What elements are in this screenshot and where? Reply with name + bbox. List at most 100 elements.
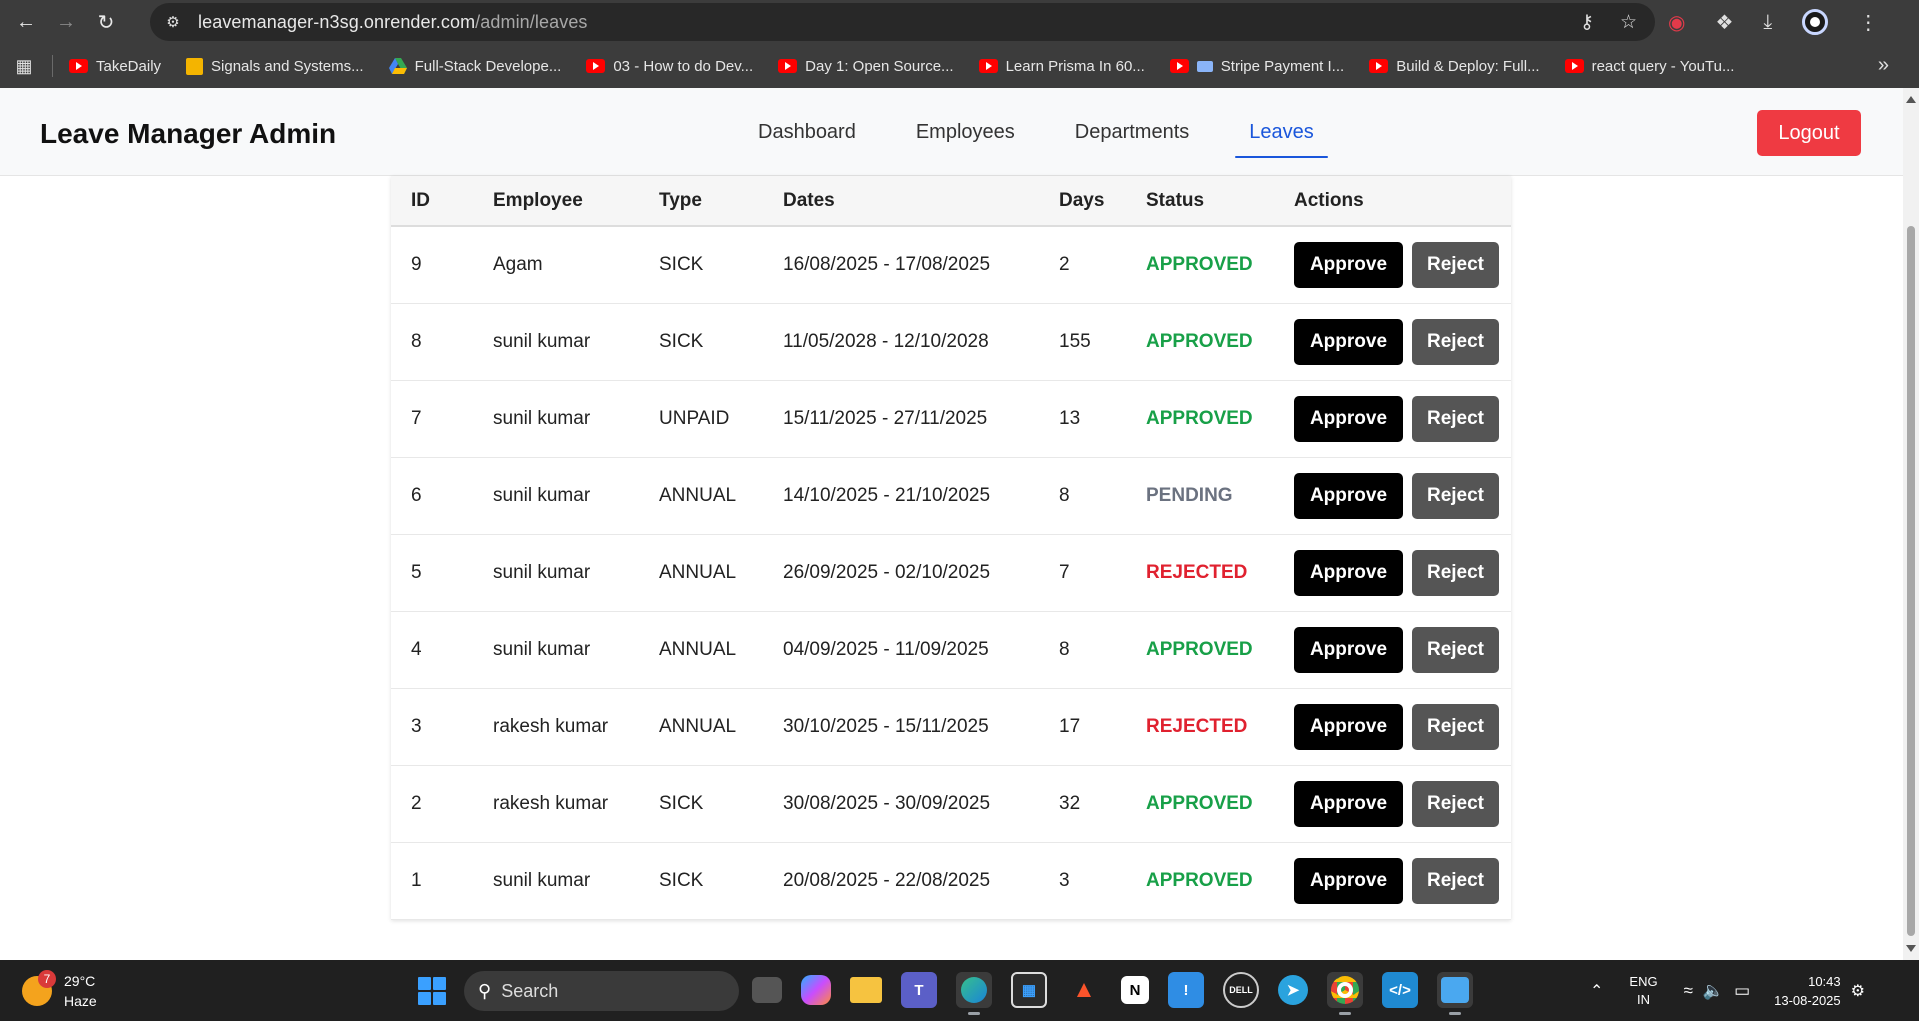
copilot-icon[interactable] (801, 975, 831, 1005)
cell-id: 8 (411, 330, 422, 352)
bookmark-label: Build & Deploy: Full... (1396, 57, 1540, 75)
forward-icon[interactable]: → (52, 8, 80, 36)
profile-avatar-icon[interactable] (1802, 9, 1829, 35)
status-badge: APPROVED (1146, 330, 1253, 352)
paint-icon[interactable] (1437, 972, 1473, 1015)
status-badge: REJECTED (1146, 561, 1248, 583)
bookmark-item[interactable]: Build & Deploy: Full... (1369, 57, 1540, 75)
reject-button[interactable]: Reject (1412, 395, 1499, 442)
nav-departments[interactable]: Departments (1061, 106, 1204, 158)
teams-icon[interactable]: T (901, 972, 937, 1008)
password-key-icon[interactable]: ⚷ (1580, 11, 1594, 34)
extensions-puzzle-icon[interactable]: ❖ (1715, 10, 1733, 35)
cell-type: SICK (659, 792, 704, 814)
back-icon[interactable]: ← (12, 8, 40, 36)
reject-button[interactable]: Reject (1412, 857, 1499, 904)
dell-icon[interactable]: DELL (1223, 972, 1259, 1008)
approve-button[interactable]: Approve (1294, 318, 1403, 365)
notification-bell-icon[interactable]: ⚙ (1851, 981, 1865, 1001)
cell-id: 6 (411, 484, 422, 506)
nav-dashboard[interactable]: Dashboard (744, 106, 870, 158)
phone-link-icon[interactable]: ! (1168, 972, 1204, 1008)
microsoft-store-icon[interactable]: ▦ (1011, 972, 1047, 1008)
chrome-icon[interactable] (1327, 972, 1363, 1015)
brave-icon[interactable]: ▲ (1066, 972, 1102, 1008)
weather-widget[interactable]: 7 29°C Haze (22, 970, 97, 1011)
approve-button[interactable]: Approve (1294, 780, 1403, 827)
vscode-icon[interactable]: </> (1382, 972, 1418, 1008)
bookmark-item[interactable]: react query - YouTu... (1564, 57, 1735, 75)
taskbar-search[interactable]: ⚲ Search (464, 971, 739, 1011)
cell-dates: 26/09/2025 - 02/10/2025 (783, 561, 991, 583)
bookmark-label: Stripe Payment I... (1220, 57, 1345, 75)
logout-button[interactable]: Logout (1757, 110, 1861, 156)
bookmark-label: react query - YouTu... (1591, 57, 1735, 75)
reject-button[interactable]: Reject (1412, 626, 1499, 673)
table-header-row: ID Employee Type Dates Days Status Actio… (391, 176, 1511, 226)
scroll-down-icon[interactable] (1906, 945, 1916, 952)
extension-record-icon[interactable]: ◉ (1668, 10, 1685, 35)
scroll-thumb[interactable] (1907, 226, 1915, 936)
bookmark-star-icon[interactable]: ☆ (1620, 11, 1637, 34)
scroll-up-icon[interactable] (1906, 96, 1916, 103)
approve-button[interactable]: Approve (1294, 472, 1403, 519)
bookmark-item[interactable]: Full-Stack Develope... (388, 58, 561, 75)
notion-icon[interactable]: N (1121, 976, 1149, 1004)
reject-button[interactable]: Reject (1412, 780, 1499, 827)
wifi-volume-battery-icon[interactable]: ≈🔈▭ (1684, 981, 1761, 1001)
approve-button[interactable]: Approve (1294, 241, 1403, 288)
windows-start-icon[interactable] (418, 977, 446, 1005)
task-view-icon[interactable] (752, 977, 782, 1003)
clock[interactable]: 10:43 13-08-2025 (1774, 972, 1841, 1010)
apps-grid-icon[interactable]: ▦ (12, 54, 36, 78)
file-explorer-icon[interactable] (850, 977, 882, 1003)
reject-button[interactable]: Reject (1412, 549, 1499, 596)
bookmarks-divider (52, 55, 53, 77)
reload-icon[interactable]: ↻ (92, 8, 120, 36)
language-indicator[interactable]: ENG IN (1629, 973, 1657, 1009)
menu-kebab-icon[interactable]: ⋮ (1858, 10, 1878, 35)
page-scrollbar[interactable] (1903, 88, 1919, 960)
site-info-icon[interactable]: ⚙ (162, 11, 184, 33)
reject-button[interactable]: Reject (1412, 318, 1499, 365)
cell-employee: sunil kumar (493, 330, 591, 352)
address-bar[interactable]: ⚙ leavemanager-n3sg.onrender.com/admin/l… (150, 3, 1655, 41)
approve-button[interactable]: Approve (1294, 395, 1403, 442)
approve-button[interactable]: Approve (1294, 857, 1403, 904)
cell-dates: 30/10/2025 - 15/11/2025 (783, 715, 989, 737)
card-icon (1196, 60, 1213, 72)
cell-actions: Approve Reject (1274, 303, 1511, 380)
more-bookmarks-icon[interactable]: » (1878, 54, 1889, 77)
cell-days: 155 (1059, 330, 1091, 352)
cell-id: 2 (411, 792, 422, 814)
tray-overflow-icon[interactable]: ⌃ (1590, 981, 1603, 1001)
nav-leaves[interactable]: Leaves (1235, 106, 1328, 158)
table-row: 4 sunil kumar ANNUAL 04/09/2025 - 11/09/202… (391, 611, 1511, 688)
cell-id: 9 (411, 253, 422, 275)
bookmark-item[interactable]: Learn Prisma In 60... (978, 58, 1145, 75)
bookmark-item[interactable]: Signals and Systems... (186, 57, 364, 75)
reject-button[interactable]: Reject (1412, 703, 1499, 750)
approve-button[interactable]: Approve (1294, 549, 1403, 596)
clock-date: 13-08-2025 (1774, 992, 1841, 1008)
cell-employee: sunil kumar (493, 638, 591, 660)
cell-dates: 14/10/2025 - 21/10/2025 (783, 484, 991, 506)
cell-dates: 16/08/2025 - 17/08/2025 (783, 253, 991, 275)
bookmark-item[interactable]: Day 1: Open Source... (778, 58, 954, 75)
bookmark-item[interactable]: 03 - How to do Dev... (586, 58, 753, 75)
download-icon[interactable]: ⤓ (1763, 11, 1772, 34)
nav-employees[interactable]: Employees (902, 106, 1029, 158)
bookmark-item[interactable]: TakeDaily (69, 58, 161, 75)
approve-button[interactable]: Approve (1294, 626, 1403, 673)
reject-button[interactable]: Reject (1412, 241, 1499, 288)
edge-icon[interactable] (956, 972, 992, 1015)
bookmark-item[interactable]: Stripe Payment I... (1169, 57, 1345, 75)
url-text[interactable]: leavemanager-n3sg.onrender.com/admin/lea… (198, 12, 588, 33)
telegram-icon[interactable]: ➤ (1278, 975, 1308, 1005)
search-label: Search (501, 980, 559, 1001)
drive-icon (388, 58, 407, 74)
cell-dates: 20/08/2025 - 22/08/2025 (783, 869, 991, 891)
approve-button[interactable]: Approve (1294, 703, 1403, 750)
reject-button[interactable]: Reject (1412, 472, 1499, 519)
cell-actions: Approve Reject (1274, 688, 1511, 765)
